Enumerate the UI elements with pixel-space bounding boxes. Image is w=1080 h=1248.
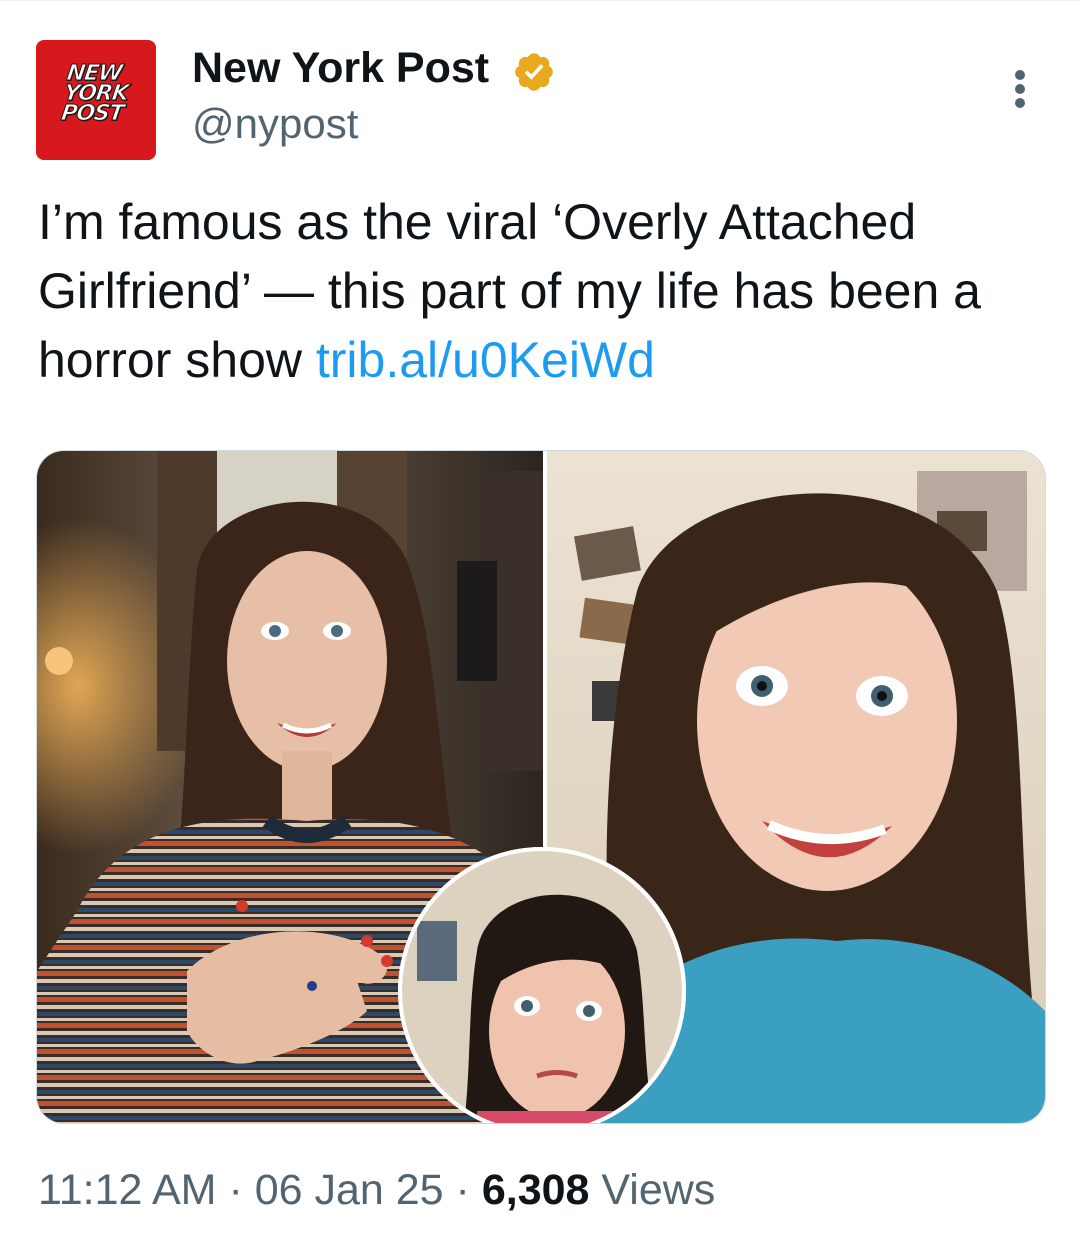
meta-separator: · — [443, 1166, 482, 1214]
views-count: 6,308 — [481, 1166, 590, 1214]
tweet-text: I’m famous as the viral ‘Overly Attached… — [38, 188, 1048, 395]
tweet-media-image[interactable] — [36, 450, 1046, 1124]
tweet[interactable]: NEW YORK POST New York Post @nypost I’m … — [0, 0, 1080, 1248]
tweet-meta: 11:12 AM · 06 Jan 25 · 6,308 Views — [38, 1166, 715, 1215]
verified-badge-icon — [515, 53, 553, 91]
author-handle[interactable]: @nypost — [192, 100, 358, 148]
media-photo — [37, 451, 1045, 1123]
author-display-name[interactable]: New York Post — [192, 44, 489, 93]
more-vertical-icon[interactable] — [1000, 64, 1040, 114]
tweet-date[interactable]: 06 Jan 25 — [255, 1166, 444, 1214]
views-label: Views — [589, 1166, 716, 1214]
author-avatar[interactable]: NEW YORK POST — [36, 40, 156, 160]
meta-separator: · — [216, 1166, 255, 1214]
nypost-logo: NEW YORK POST — [59, 61, 130, 127]
top-divider — [0, 0, 1080, 5]
tweet-time[interactable]: 11:12 AM — [38, 1166, 217, 1214]
tweet-link[interactable]: trib.al/u0KeiWd — [316, 332, 655, 388]
